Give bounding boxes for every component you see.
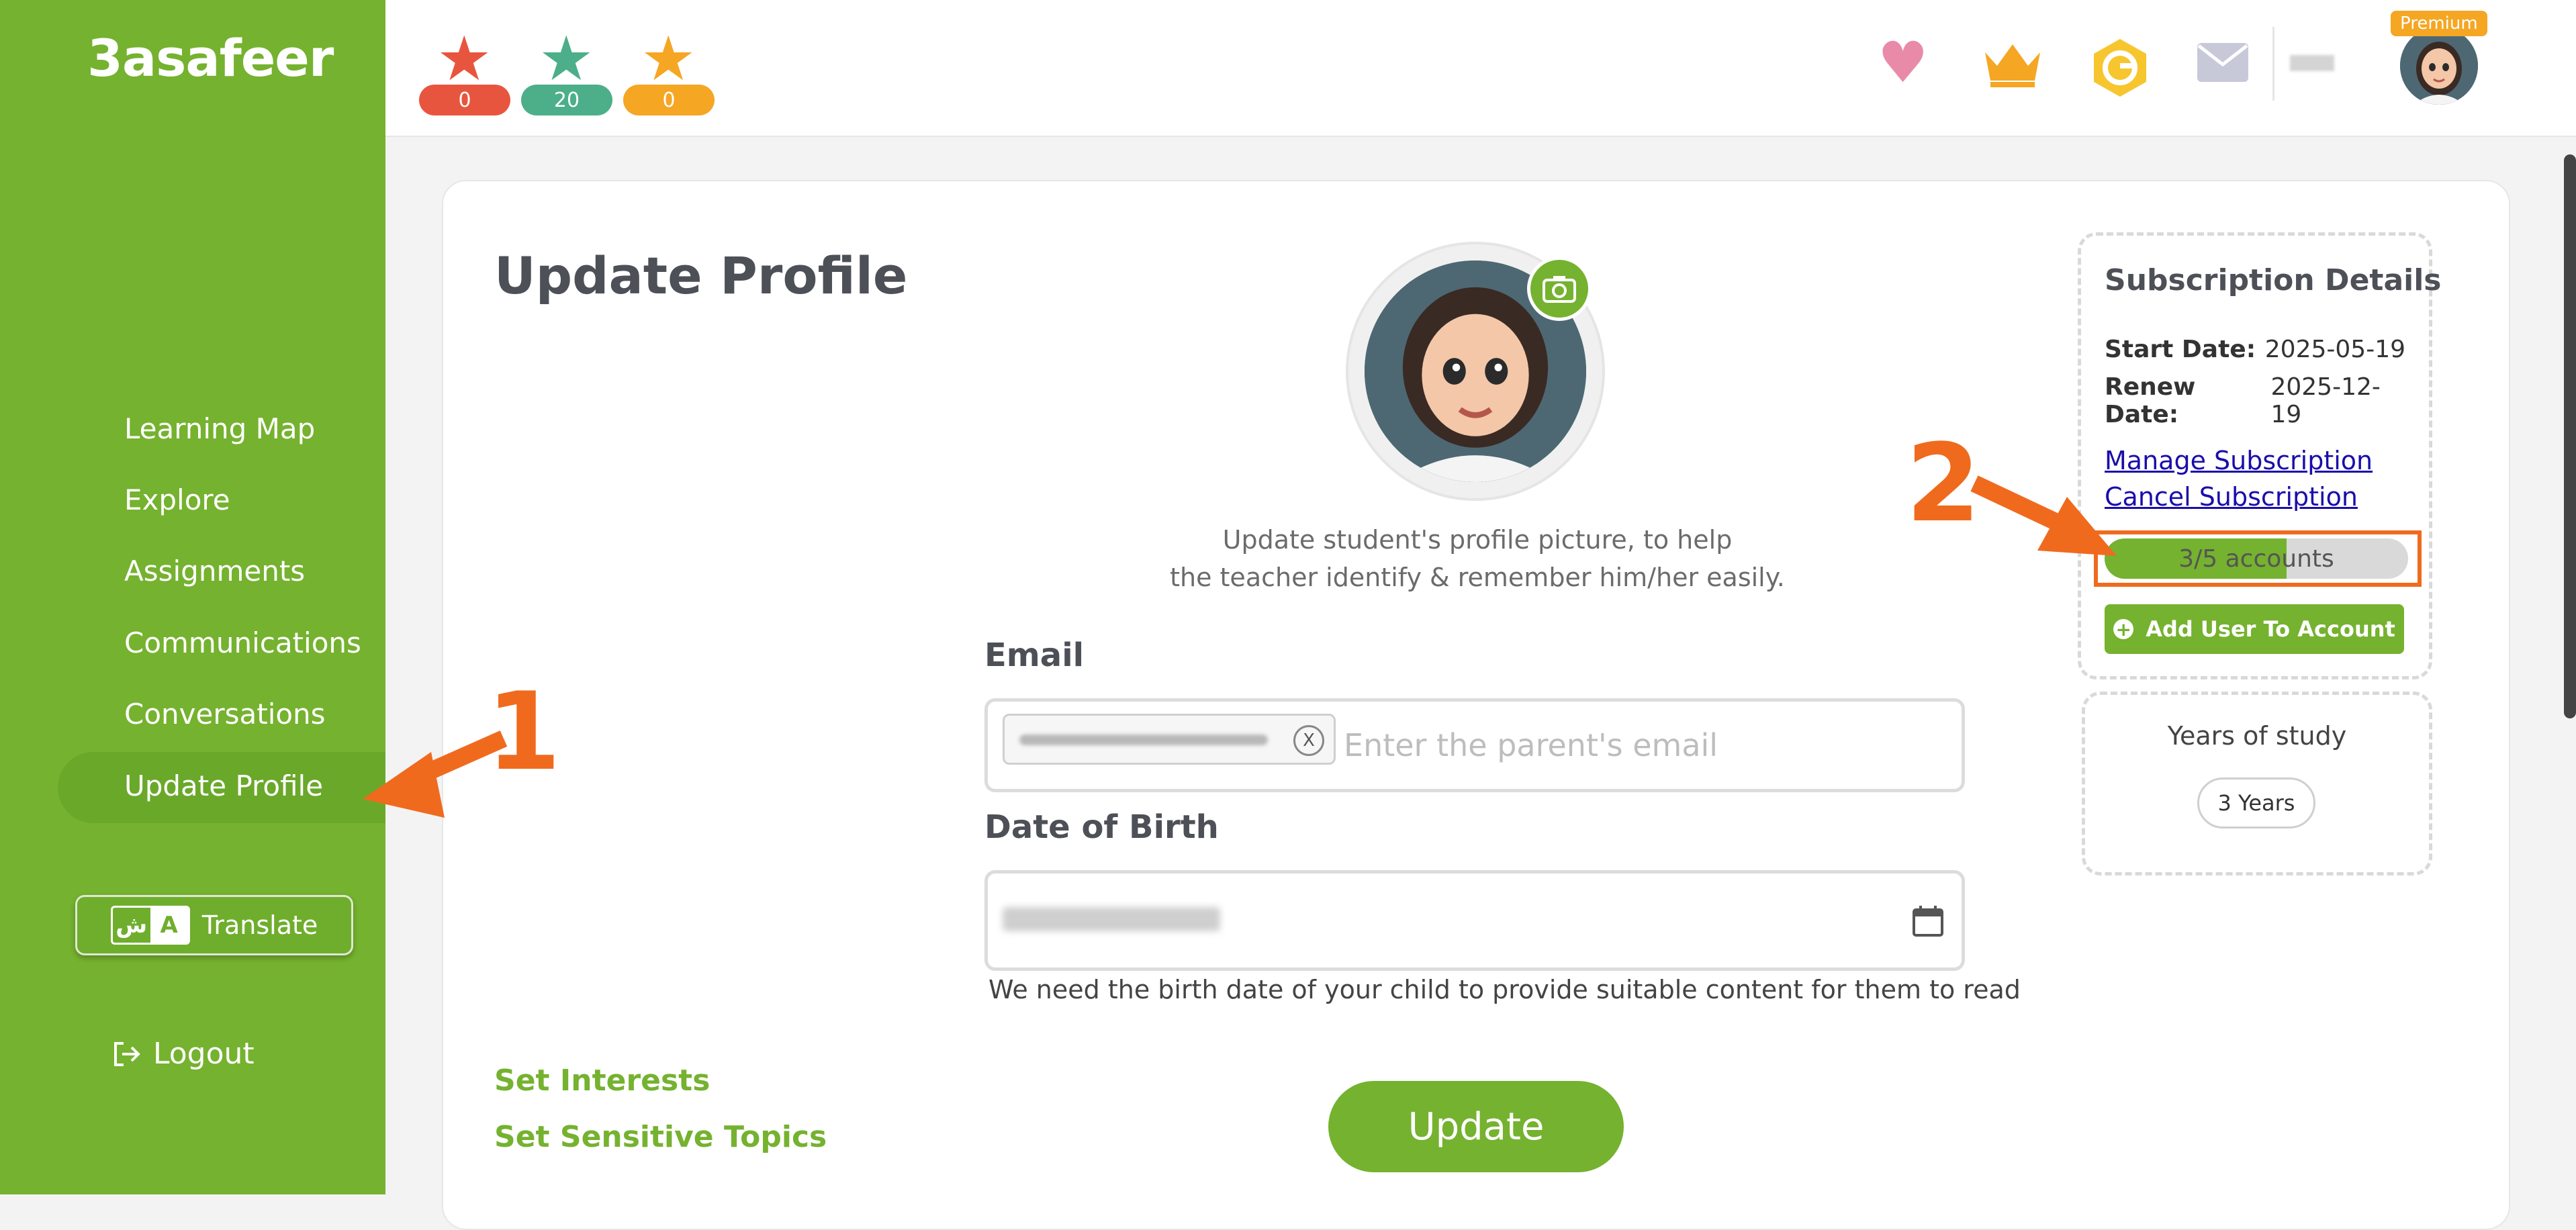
email-placeholder: Enter the parent's email [1344, 727, 1718, 763]
sidebar-item-update-profile[interactable]: Update Profile [124, 772, 323, 800]
green-star-icon: ★ [539, 23, 594, 95]
renew-date-row: Renew Date: 2025-12-19 [2105, 373, 2405, 428]
topbar-divider [2272, 27, 2274, 101]
start-date-value: 2025-05-19 [2264, 336, 2405, 363]
heart-icon[interactable]: ♥ [1878, 32, 1928, 93]
blurred-email [1019, 735, 1268, 745]
profile-picture-help: Update student's profile picture, to hel… [1170, 525, 1785, 592]
dob-field[interactable] [984, 870, 1965, 971]
yellow-star-count: 0 [623, 85, 715, 115]
page-scrollbar[interactable] [2564, 154, 2576, 718]
sidebar-item-assignments[interactable]: Assignments [124, 557, 305, 585]
red-star-counter[interactable]: ★ 0 [419, 28, 510, 115]
yellow-star-counter[interactable]: ★ 0 [623, 28, 715, 115]
green-star-counter[interactable]: ★ 20 [521, 28, 612, 115]
app-logo[interactable]: 3asafeer [87, 28, 334, 88]
crown-icon[interactable] [1981, 39, 2044, 89]
coin-icon[interactable] [2088, 36, 2152, 99]
plus-icon: + [2113, 618, 2134, 641]
sidebar-item-communications[interactable]: Communications [124, 629, 361, 657]
green-star-count: 20 [521, 85, 612, 115]
annotation-number-1: 1 [486, 669, 561, 794]
annotation-number-2: 2 [1906, 420, 1981, 546]
translate-label: Translate [201, 910, 318, 940]
blurred-dob [1003, 907, 1220, 931]
translate-button[interactable]: ش A Translate [75, 895, 353, 955]
add-user-label: Add User To Account [2146, 616, 2395, 642]
camera-icon [1543, 276, 1576, 303]
start-date-row: Start Date: 2025-05-19 [2105, 336, 2405, 363]
yellow-star-icon: ★ [641, 23, 696, 95]
manage-subscription-link[interactable]: Manage Subscription [2105, 446, 2373, 475]
sidebar-item-learning-map[interactable]: Learning Map [124, 415, 315, 443]
annotation-highlight-box [2094, 530, 2422, 587]
red-star-count: 0 [419, 85, 510, 115]
avatar-portrait-icon [2400, 27, 2478, 105]
dob-hint: We need the birth date of your child to … [988, 975, 2021, 1004]
remove-email-button[interactable]: X [1293, 725, 1324, 756]
user-avatar[interactable] [2400, 27, 2478, 105]
years-of-study-badge[interactable]: 3 Years [2197, 777, 2315, 829]
email-label: Email [984, 636, 1085, 674]
email-chip: X [1003, 714, 1336, 765]
page-title: Update Profile [494, 246, 908, 305]
red-star-icon: ★ [436, 23, 492, 95]
calendar-icon[interactable] [1912, 904, 1944, 938]
set-sensitive-topics-link[interactable]: Set Sensitive Topics [494, 1120, 827, 1154]
start-date-label: Start Date: [2105, 336, 2256, 363]
annotation-arrow-2-icon [1970, 475, 2117, 556]
renew-date-value: 2025-12-19 [2270, 373, 2381, 428]
renew-date-label: Renew Date: [2105, 373, 2196, 428]
update-button[interactable]: Update [1328, 1081, 1624, 1172]
logout-icon [114, 1041, 140, 1066]
years-of-study-title: Years of study [2167, 721, 2347, 751]
subscription-title: Subscription Details [2105, 263, 2442, 297]
email-field[interactable]: X Enter the parent's email [984, 698, 1965, 792]
add-user-button[interactable]: + Add User To Account [2105, 604, 2404, 654]
mail-icon[interactable] [2196, 42, 2250, 83]
translate-icon: ش A [110, 906, 190, 945]
dob-label: Date of Birth [984, 808, 1219, 846]
sidebar-item-explore[interactable]: Explore [124, 486, 230, 514]
blurred-username [2290, 55, 2334, 71]
set-interests-link[interactable]: Set Interests [494, 1063, 710, 1098]
cancel-subscription-link[interactable]: Cancel Subscription [2105, 482, 2358, 512]
change-photo-button[interactable] [1527, 256, 1592, 321]
logout-label: Logout [153, 1037, 255, 1071]
sidebar-item-conversations[interactable]: Conversations [124, 700, 326, 728]
sidebar: 3asafeer Learning Map Explore Assignment… [0, 0, 385, 1194]
logout-button[interactable]: Logout [111, 1037, 255, 1071]
premium-badge: Premium [2391, 11, 2487, 36]
